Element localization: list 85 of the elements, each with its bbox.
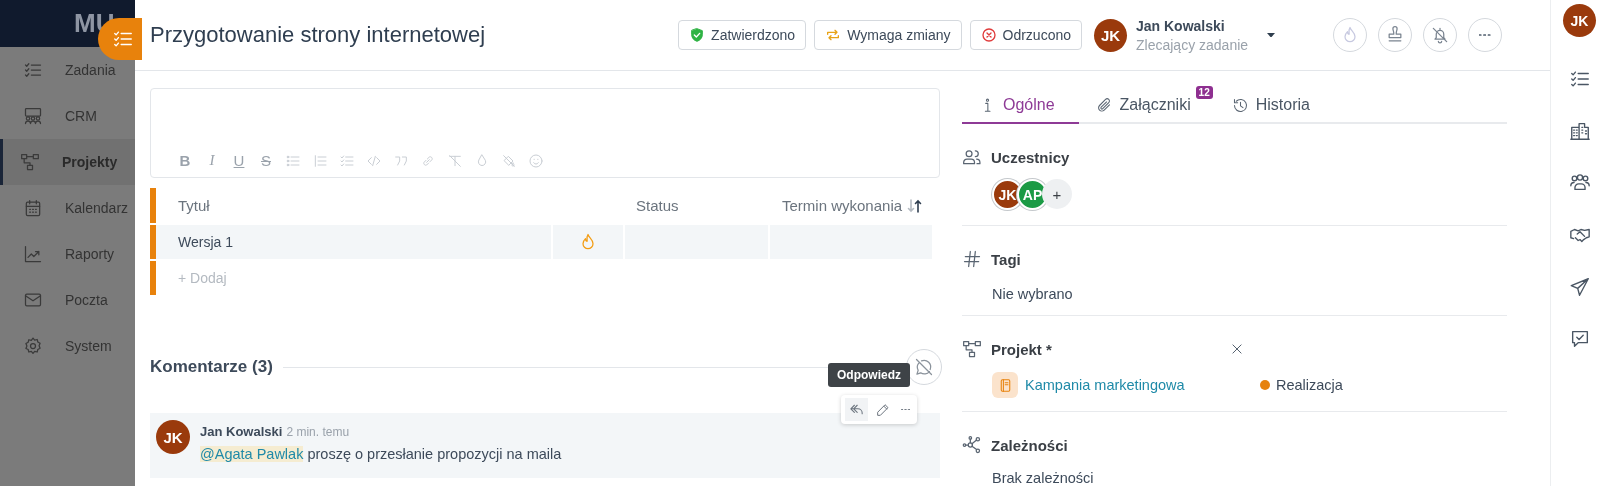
avatar: JK	[1094, 18, 1127, 52]
comment-author: Jan Kowalski	[200, 424, 283, 439]
fill-icon	[501, 153, 517, 169]
chat-off-icon	[914, 357, 934, 377]
comment-text: @Agata Pawlak proszę o przesłanie propozycji na maila	[200, 446, 562, 462]
project-link[interactable]: Kampania marketingowa	[1025, 377, 1260, 393]
format-button[interactable]: S	[258, 152, 274, 169]
link-icon	[420, 153, 436, 169]
column-header: Tytuł	[178, 197, 210, 214]
nav-item[interactable]: System	[0, 323, 135, 369]
history-icon	[1231, 96, 1249, 114]
tab[interactable]: Historia	[1214, 84, 1334, 124]
comment-time: 2 min. temu	[286, 425, 350, 439]
task-title: Przygotowanie strony internetowej	[150, 22, 487, 48]
dependencies-value: Brak zależności	[992, 470, 1095, 486]
more-icon	[901, 408, 910, 411]
emoji-icon	[528, 153, 544, 169]
settings-icon	[23, 336, 43, 356]
status-button[interactable]: Odrzucono	[969, 20, 1082, 50]
repeat-icon	[825, 27, 842, 43]
tags-value: Nie wybrano	[992, 286, 1074, 302]
project-icon	[20, 152, 40, 172]
checklist-icon	[23, 60, 43, 80]
row-marker	[150, 261, 156, 295]
nav-item[interactable]: Kalendarz	[0, 185, 135, 231]
tooltip: Odpowiedz	[828, 363, 910, 387]
assignee-role: Zlecający zadanie	[1136, 36, 1250, 53]
add-link[interactable]: + Dodaj	[178, 270, 227, 286]
project-status: Realizacja	[1276, 377, 1343, 393]
clear-format-icon	[447, 153, 463, 169]
hide-comments-button[interactable]	[906, 349, 942, 385]
nav-item[interactable]: CRM	[0, 93, 135, 139]
section-heading: Zależności	[991, 436, 1068, 454]
column-header: Status	[636, 197, 679, 214]
mention-link[interactable]: @Agata Pawlak	[200, 446, 304, 462]
table-cell[interactable]: Wersja 1	[156, 225, 553, 259]
mute-button[interactable]	[1423, 18, 1457, 52]
bullet-list-icon	[285, 153, 301, 169]
nav-item[interactable]: Zadania	[0, 47, 135, 93]
quote-icon	[393, 153, 409, 169]
people-board-icon	[23, 106, 43, 126]
people-icon	[962, 147, 982, 167]
avatar[interactable]: JK	[1563, 4, 1596, 37]
comments-heading: Komentarze (3)	[150, 357, 273, 377]
add-participant-button[interactable]: +	[1042, 179, 1072, 209]
checklist-icon	[339, 153, 355, 169]
section-heading: Uczestnicy	[991, 148, 1070, 166]
stamp-button[interactable]	[1378, 18, 1412, 52]
tab[interactable]: Załączniki 12	[1078, 84, 1215, 124]
hash-icon	[962, 249, 982, 269]
nav-item[interactable]: Raporty	[0, 231, 135, 277]
text-editor[interactable]: B I U S	[150, 88, 940, 178]
close-icon	[1229, 342, 1244, 356]
numbered-list-icon	[312, 153, 328, 169]
sort-icon[interactable]	[907, 197, 924, 214]
format-button[interactable]: U	[231, 152, 247, 169]
status-button[interactable]: Zatwierdzono	[678, 20, 807, 50]
chart-icon	[23, 244, 43, 264]
section-heading: Projekt *	[991, 340, 1052, 358]
nav-item[interactable]: Poczta	[0, 277, 135, 323]
tab[interactable]: Ogólne	[962, 84, 1079, 124]
x-circle-icon	[980, 27, 997, 43]
code-icon	[366, 153, 382, 169]
shield-check-icon	[689, 27, 706, 43]
nav-item[interactable]: Projekty	[0, 139, 135, 185]
reply-button[interactable]	[845, 398, 868, 421]
paperclip-icon	[1095, 96, 1113, 114]
pencil-icon	[875, 401, 891, 418]
section-heading: Tagi	[991, 250, 1021, 268]
caret-icon	[1267, 32, 1275, 38]
calendar-icon	[23, 198, 43, 218]
send-icon	[1568, 276, 1591, 298]
table-row[interactable]: Wersja 1	[150, 225, 937, 259]
avatar: JK	[156, 420, 190, 454]
more-icon	[1479, 33, 1491, 37]
format-button[interactable]: I	[204, 152, 220, 169]
bell-off-icon	[1430, 25, 1450, 45]
project-icon	[962, 339, 982, 359]
building-icon	[1568, 120, 1591, 142]
format-button[interactable]: B	[177, 152, 193, 169]
network-icon	[962, 435, 982, 455]
column-header[interactable]: Termin wykonania	[782, 197, 903, 214]
assignee-name: Jan Kowalski	[1136, 17, 1226, 34]
count-badge: 12	[1195, 86, 1213, 99]
status-button[interactable]: Wymaga zmiany	[814, 20, 962, 50]
